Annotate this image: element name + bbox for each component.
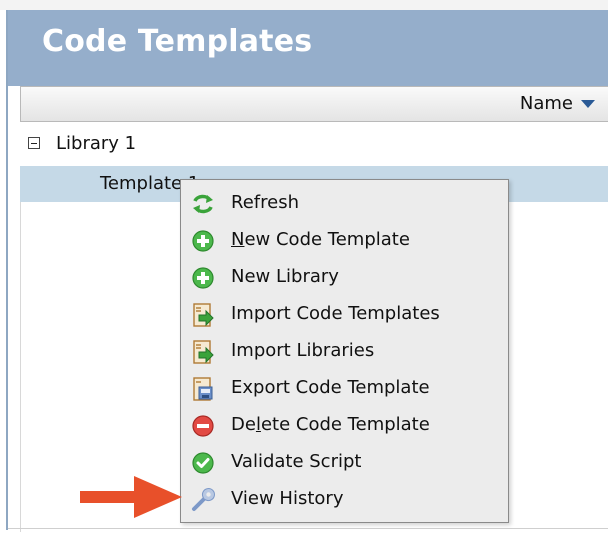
- menu-item-new-library[interactable]: New Library: [181, 259, 508, 296]
- annotation-arrow-icon: [80, 476, 182, 518]
- sort-descending-icon[interactable]: [581, 99, 595, 108]
- page-title: Code Templates: [42, 24, 313, 59]
- import-icon: [193, 303, 214, 327]
- library-label: Library 1: [56, 133, 137, 154]
- menu-item-refresh[interactable]: Refresh: [181, 185, 508, 222]
- menu-item-delete-code-template[interactable]: Delete Code Template: [181, 407, 508, 444]
- table-header: Name: [20, 86, 608, 122]
- table-left-border: [20, 202, 21, 532]
- menu-label: Refresh: [231, 192, 299, 213]
- menu-label: Validate Script: [231, 451, 362, 472]
- column-header-name[interactable]: Name: [520, 93, 595, 114]
- validate-icon: [192, 452, 214, 474]
- menu-label: Import Libraries: [231, 340, 375, 361]
- import-icon: [193, 340, 214, 364]
- menu-label: Import Code Templates: [231, 303, 440, 324]
- menu-label: New Code Template: [231, 229, 410, 250]
- refresh-icon: [193, 194, 213, 214]
- column-header-label: Name: [519, 93, 573, 114]
- tree-row-library[interactable]: Library 1: [20, 122, 608, 167]
- panel-header: Code Templates: [8, 10, 608, 86]
- context-menu: Refresh New Code Template New Library Im…: [180, 179, 509, 523]
- delete-icon: [192, 415, 214, 437]
- menu-item-export-code-template[interactable]: Export Code Template: [181, 370, 508, 407]
- export-icon: [193, 377, 213, 401]
- collapse-icon[interactable]: [28, 137, 40, 149]
- window-top-strip: [0, 0, 608, 10]
- menu-label: New Library: [231, 266, 339, 287]
- add-icon: [192, 267, 214, 289]
- add-icon: [192, 230, 214, 252]
- menu-item-import-libraries[interactable]: Import Libraries: [181, 333, 508, 370]
- menu-label: View History: [231, 488, 344, 509]
- menu-label: Delete Code Template: [231, 414, 430, 435]
- menu-item-import-code-templates[interactable]: Import Code Templates: [181, 296, 508, 333]
- panel-bottom-border: [8, 528, 608, 529]
- menu-item-validate-script[interactable]: Validate Script: [181, 444, 508, 481]
- menu-item-view-history[interactable]: View History: [181, 481, 508, 518]
- menu-label: Export Code Template: [231, 377, 430, 398]
- wrench-icon: [192, 488, 215, 511]
- menu-item-new-code-template[interactable]: New Code Template: [181, 222, 508, 259]
